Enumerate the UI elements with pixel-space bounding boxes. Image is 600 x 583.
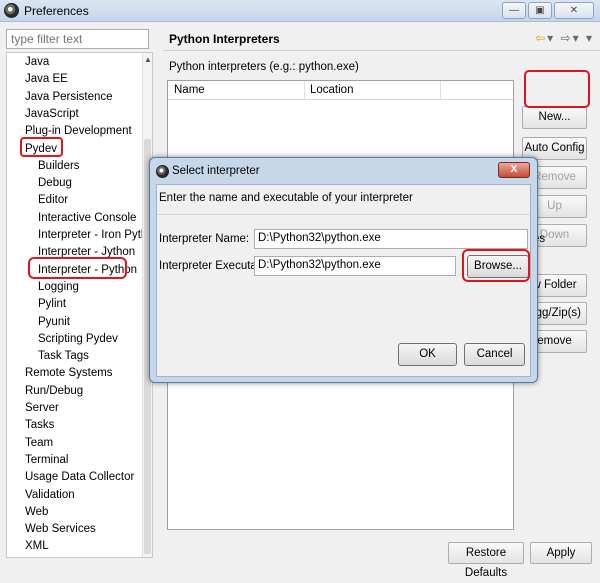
tree-item[interactable]: Java EE: [25, 73, 68, 85]
cancel-button[interactable]: Cancel: [464, 343, 525, 366]
tree-item[interactable]: Builders: [38, 160, 80, 172]
annotation-browse-button: [462, 249, 530, 282]
back-arrow-icon[interactable]: ⇦: [535, 31, 547, 45]
title-divider: [163, 50, 600, 51]
eclipse-icon: [156, 165, 169, 178]
maximize-button[interactable]: ▣: [528, 2, 552, 19]
table-header: Name Location: [168, 81, 513, 100]
annotation-pydev: [20, 137, 63, 157]
interpreter-name-input[interactable]: D:\Python32\python.exe: [254, 229, 528, 249]
tree-item[interactable]: Task Tags: [38, 350, 89, 362]
annotation-new-button: [524, 70, 590, 108]
tree-item[interactable]: Run/Debug: [25, 385, 83, 397]
dialog-separator: [157, 214, 530, 215]
scroll-up-icon[interactable]: ▲: [144, 55, 152, 64]
tree-item[interactable]: Remote Systems: [25, 367, 113, 379]
tree-item[interactable]: Tasks: [25, 419, 54, 431]
column-separator[interactable]: [440, 81, 441, 100]
tree-item[interactable]: Team: [25, 437, 53, 449]
forward-dropdown-icon[interactable]: ▾: [573, 31, 581, 45]
window-title: Preferences: [24, 4, 89, 18]
column-header-location[interactable]: Location: [310, 84, 353, 96]
tree-item[interactable]: Plug-in Development: [25, 125, 132, 137]
dialog-close-button[interactable]: X: [498, 162, 530, 178]
tree-item[interactable]: Logging: [38, 281, 79, 293]
tree-item[interactable]: Scripting Pydev: [38, 333, 118, 345]
tree-item[interactable]: Java: [25, 56, 49, 68]
tree-item[interactable]: Pylint: [38, 298, 66, 310]
tree-item[interactable]: Pyunit: [38, 316, 70, 328]
tree-item[interactable]: XML: [25, 540, 49, 552]
preferences-tree: Java Java EE Java Persistence JavaScript Plu…: [6, 52, 153, 558]
eclipse-icon: [4, 3, 19, 18]
tree-item[interactable]: Server: [25, 402, 59, 414]
forward-arrow-icon[interactable]: ⇨: [561, 31, 573, 45]
apply-button[interactable]: Apply: [530, 542, 592, 564]
restore-defaults-button[interactable]: Restore Defaults: [448, 542, 524, 579]
window-titlebar: Preferences — ▣ ✕: [0, 0, 600, 22]
view-menu-icon[interactable]: ▾: [586, 31, 594, 45]
column-header-name[interactable]: Name: [174, 84, 205, 96]
interpreter-executable-input[interactable]: D:\Python32\python.exe: [254, 256, 456, 276]
interpreter-name-label: Interpreter Name:: [159, 233, 250, 245]
column-separator[interactable]: [304, 81, 305, 100]
tree-item[interactable]: Web Services: [25, 523, 96, 535]
tree-item[interactable]: Terminal: [25, 454, 68, 466]
tree-item[interactable]: Interactive Console: [38, 212, 136, 224]
tree-item[interactable]: Java Persistence: [25, 91, 113, 103]
dialog-message: Enter the name and executable of your in…: [159, 192, 413, 204]
minimize-button[interactable]: —: [502, 2, 526, 19]
new-button[interactable]: New...: [522, 106, 587, 129]
tree-item[interactable]: Web: [25, 506, 48, 518]
ok-button[interactable]: OK: [398, 343, 457, 366]
tree-item[interactable]: Editor: [38, 194, 68, 206]
tree-item[interactable]: Debug: [38, 177, 72, 189]
history-nav[interactable]: ⇦▾ ⇨▾ ▾: [535, 31, 594, 45]
window-controls: — ▣ ✕: [502, 2, 594, 19]
back-dropdown-icon[interactable]: ▾: [547, 31, 555, 45]
filter-input[interactable]: [6, 29, 149, 49]
page-title: Python Interpreters: [169, 32, 280, 46]
tree-item[interactable]: Interpreter - Iron Python: [38, 229, 152, 241]
tree-item[interactable]: JavaScript: [25, 108, 79, 120]
tree-item[interactable]: Validation: [25, 489, 75, 501]
annotation-interpreter-python: [28, 257, 127, 279]
close-button[interactable]: ✕: [554, 2, 594, 19]
page-subtitle: Python interpreters (e.g.: python.exe): [169, 61, 359, 73]
dialog-title: Select interpreter: [172, 165, 260, 177]
tree-item[interactable]: Usage Data Collector: [25, 471, 134, 483]
